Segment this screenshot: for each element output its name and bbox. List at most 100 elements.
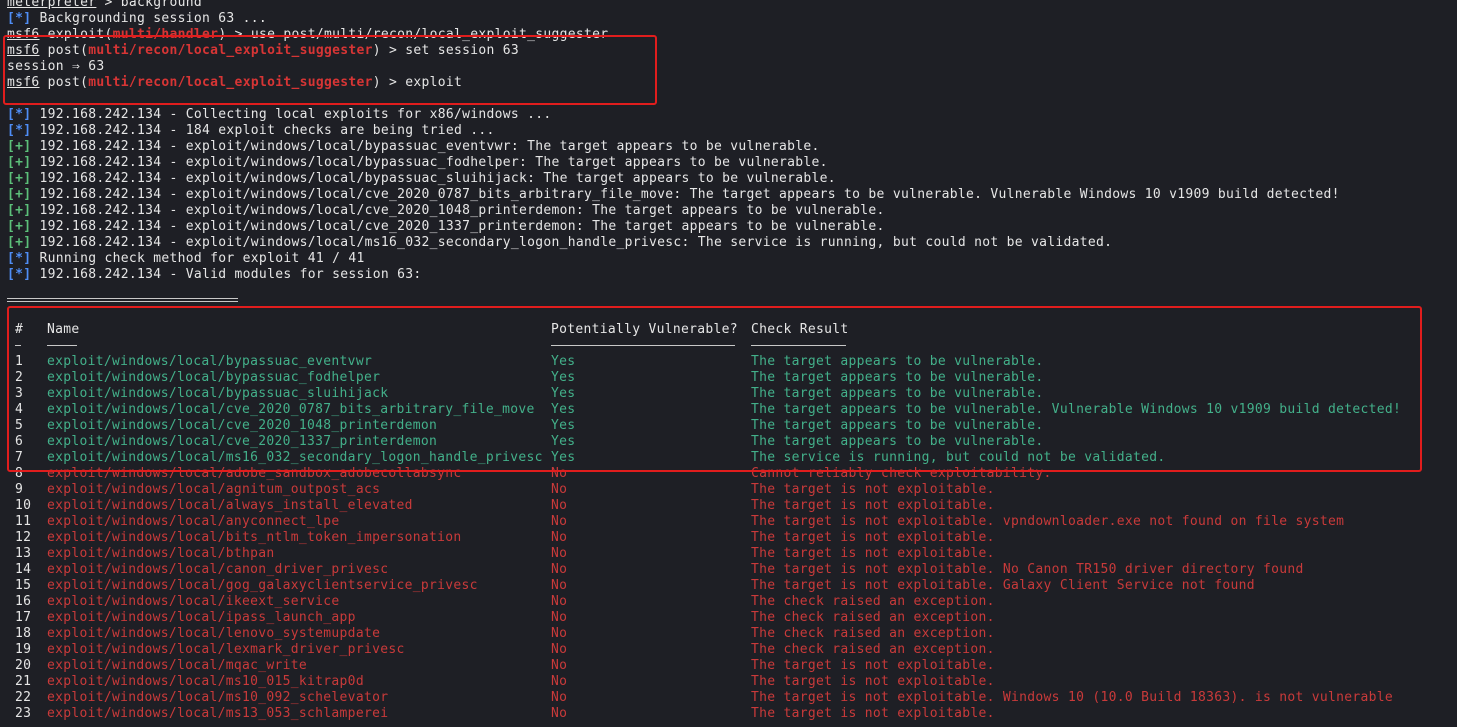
module-name: exploit/windows/local/ikeext_service (47, 594, 340, 609)
output-text: 192.168.242.134 - 184 exploit checks are… (31, 123, 495, 138)
output-line: [+] 192.168.242.134 - exploit/windows/lo… (7, 139, 1457, 155)
vulnerable-flag: No (551, 514, 568, 529)
output-line: [+] 192.168.242.134 - exploit/windows/lo… (7, 187, 1457, 203)
line-session-value: session ⇒ 63 (7, 59, 105, 74)
line-backgrounding: [*] Backgrounding session 63 ... (7, 11, 1457, 27)
output-line: [*] 192.168.242.134 - Collecting local e… (7, 107, 1457, 123)
row-number: 7 (15, 450, 24, 465)
vulnerable-flag: No (551, 642, 568, 657)
check-result: The target is not exploitable. (751, 482, 995, 497)
row-number: 14 (15, 562, 32, 577)
module-name: exploit/windows/local/mqac_write (47, 658, 308, 673)
check-result: The target is not exploitable. (751, 546, 995, 561)
table-row: 3 exploit/windows/local/bypassuac_sluihij… (15, 386, 1401, 402)
table-row: 21 exploit/windows/local/ms10_015_kitrap0… (15, 674, 1401, 690)
module-name: exploit/windows/local/cve_2020_0787_bits… (47, 402, 535, 417)
output-line: [+] 192.168.242.134 - exploit/windows/lo… (7, 219, 1457, 235)
table-row: 16 exploit/windows/local/ikeext_service No… (15, 594, 1401, 610)
module-name: exploit/windows/local/bthpan (47, 546, 275, 561)
output-line: [*] 192.168.242.134 - Valid modules for … (7, 267, 1457, 283)
row-number: 15 (15, 578, 32, 593)
module-name: exploit/windows/local/ipass_launch_app (47, 610, 356, 625)
table-row: 10 exploit/windows/local/always_install_e… (15, 498, 1401, 514)
prompt-context: post( (39, 43, 89, 58)
output-line: [*] Running check method for exploit 41 … (7, 251, 1457, 267)
check-result: The target is not exploitable. (751, 530, 995, 545)
row-number: 19 (15, 642, 32, 657)
module-name: exploit/windows/local/bypassuac_fodhelpe… (47, 370, 381, 385)
row-number: 13 (15, 546, 32, 561)
row-number: 22 (15, 690, 32, 705)
vulnerable-flag: No (551, 594, 568, 609)
check-result: The target is not exploitable. Windows 1… (751, 690, 1394, 705)
module-name: exploit/windows/local/bypassuac_eventvwr (47, 354, 373, 369)
check-result: The service is running, but could not be… (751, 450, 1166, 465)
table-row: 17 exploit/windows/local/ipass_launch_app… (15, 610, 1401, 626)
msf-prompt: msf6 (7, 27, 40, 42)
module-name: exploit/windows/local/gog_galaxyclientse… (47, 578, 478, 593)
table-row: 5 exploit/windows/local/cve_2020_1048_pri… (15, 418, 1401, 434)
table-row: 11 exploit/windows/local/anyconnect_lpe No… (15, 514, 1401, 530)
table-row: 23 exploit/windows/local/ms13_053_schlamp… (15, 706, 1401, 722)
output-text: 192.168.242.134 - exploit/windows/local/… (31, 155, 828, 170)
check-result: The target is not exploitable. (751, 498, 995, 513)
meterpreter-prompt: meterpreter (7, 0, 97, 10)
section-divider (7, 298, 238, 302)
output-line: [+] 192.168.242.134 - exploit/windows/lo… (7, 203, 1457, 219)
vulnerable-flag: No (551, 626, 568, 641)
row-number: 9 (15, 482, 24, 497)
row-number: 1 (15, 354, 24, 369)
header-underline (751, 345, 846, 346)
table-row: 9 exploit/windows/local/agnitum_outpost_a… (15, 482, 1401, 498)
row-number: 21 (15, 674, 32, 689)
results-body: 1 exploit/windows/local/bypassuac_eventvw… (15, 354, 1401, 722)
output-text: 192.168.242.134 - Collecting local explo… (31, 107, 552, 122)
msf-prompt: msf6 (7, 75, 40, 90)
output-text: 192.168.242.134 - exploit/windows/local/… (31, 235, 1113, 250)
line-exploit: msf6 post(multi/recon/local_exploit_sugg… (7, 75, 1457, 91)
success-marker: [+] (7, 171, 32, 186)
table-row: 14 exploit/windows/local/canon_driver_pri… (15, 562, 1401, 578)
module-name: multi/handler (112, 27, 219, 42)
vulnerable-flag: Yes (551, 386, 576, 401)
check-result: The check raised an exception. (751, 642, 995, 657)
check-result: The target appears to be vulnerable. (751, 434, 1044, 449)
row-number: 16 (15, 594, 32, 609)
output-text: Running check method for exploit 41 / 41 (31, 251, 365, 266)
check-result: The target is not exploitable. (751, 658, 995, 673)
vulnerable-flag: Yes (551, 370, 576, 385)
exploit-command: ) > exploit (372, 75, 463, 90)
success-marker: [+] (7, 139, 32, 154)
check-result: The target appears to be vulnerable. (751, 418, 1044, 433)
output-text: 192.168.242.134 - exploit/windows/local/… (31, 187, 1340, 202)
check-result: The check raised an exception. (751, 610, 995, 625)
table-row: 13 exploit/windows/local/bthpan No The targ… (15, 546, 1401, 562)
info-marker: [*] (7, 251, 32, 266)
header-underline-row (15, 338, 1401, 354)
backgrounding-text: Backgrounding session 63 ... (31, 11, 268, 26)
use-command: ) > use post/multi/recon/local_exploit_s… (218, 27, 609, 42)
row-number: 5 (15, 418, 24, 433)
row-number: 23 (15, 706, 32, 721)
vulnerable-flag: No (551, 674, 568, 689)
header-underline (47, 345, 77, 346)
header-underline (551, 345, 735, 346)
success-marker: [+] (7, 219, 32, 234)
prompt-context: exploit( (39, 27, 113, 42)
output-text: 192.168.242.134 - exploit/windows/local/… (31, 139, 820, 154)
table-row: 7 exploit/windows/local/ms16_032_secondar… (15, 450, 1401, 466)
check-result: The target is not exploitable. No Canon … (751, 562, 1304, 577)
check-result: The target appears to be vulnerable. (751, 370, 1044, 385)
module-name: exploit/windows/local/always_install_ele… (47, 498, 413, 513)
vulnerable-flag: Yes (551, 402, 576, 417)
row-number: 17 (15, 610, 32, 625)
module-name: exploit/windows/local/lenovo_systemupdat… (47, 626, 381, 641)
vulnerable-flag: No (551, 690, 568, 705)
module-name: exploit/windows/local/cve_2020_1048_prin… (47, 418, 438, 433)
table-row: 15 exploit/windows/local/gog_galaxyclient… (15, 578, 1401, 594)
output-text: 192.168.242.134 - exploit/windows/local/… (31, 203, 885, 218)
header-underline (15, 345, 21, 346)
table-row: 1 exploit/windows/local/bypassuac_eventvw… (15, 354, 1401, 370)
row-number: 2 (15, 370, 24, 385)
